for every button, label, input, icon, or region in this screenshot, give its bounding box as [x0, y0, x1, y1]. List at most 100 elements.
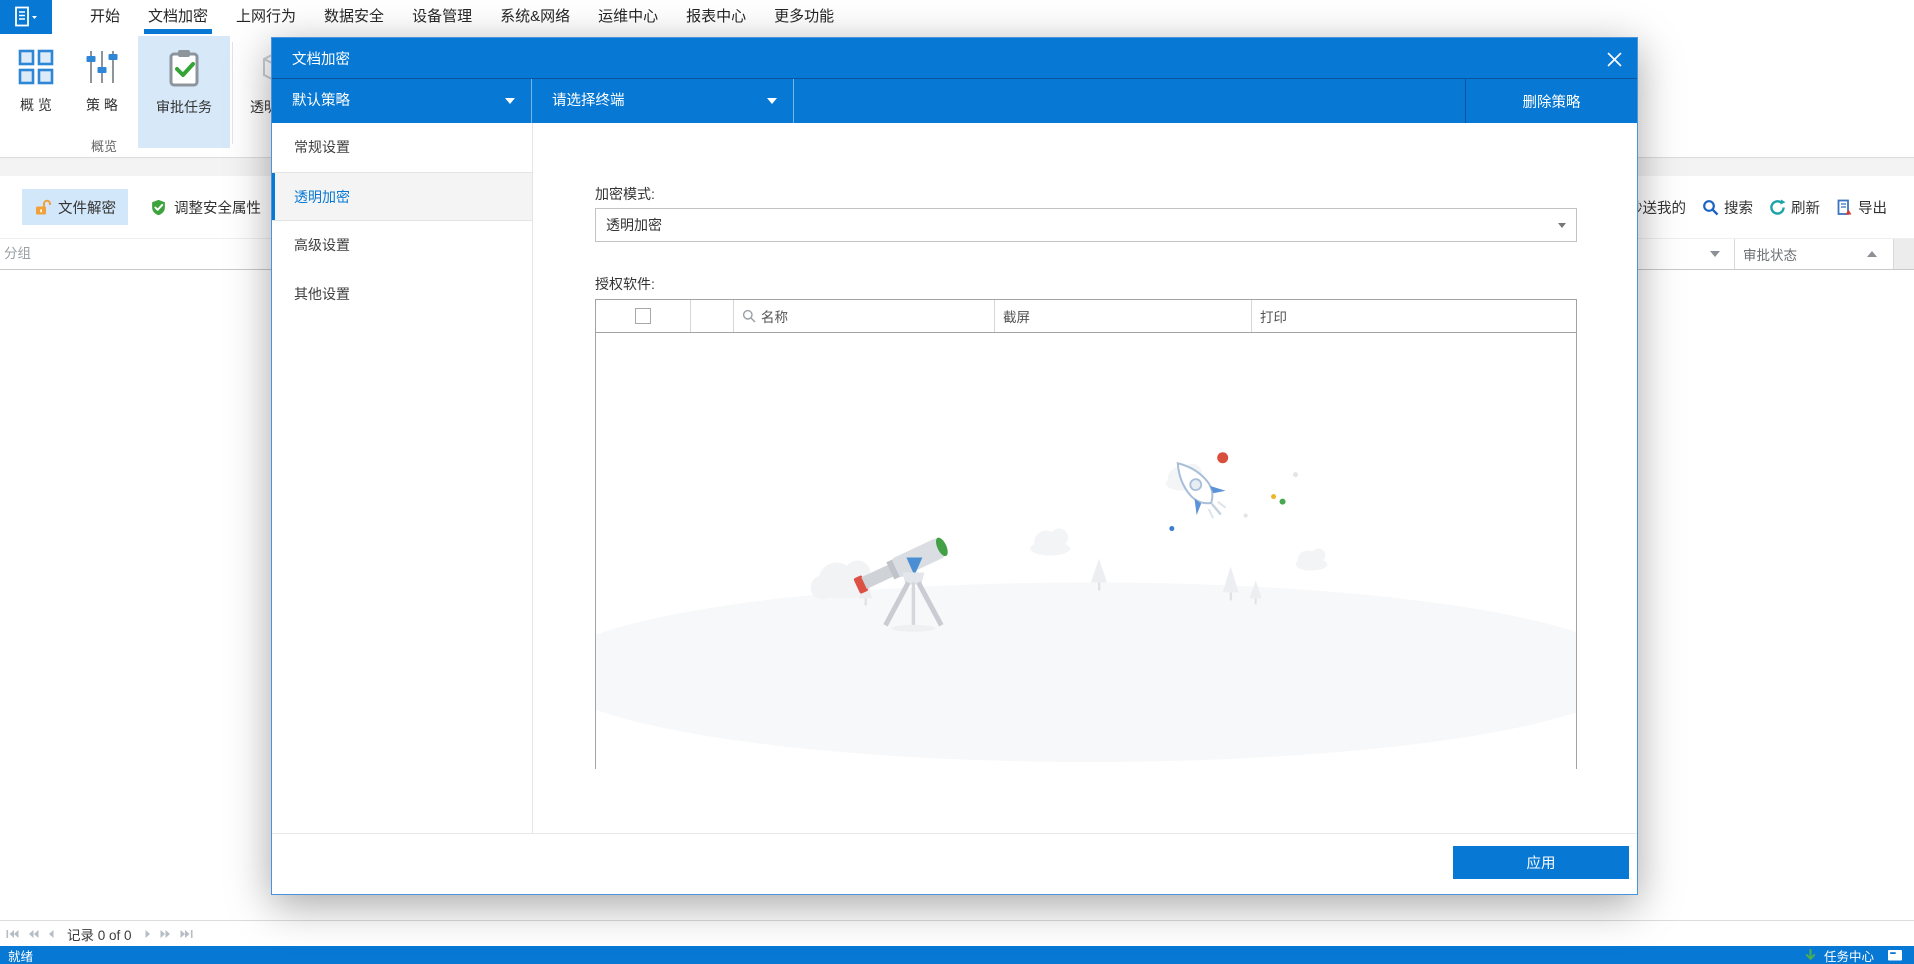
- file-decrypt-label: 文件解密: [58, 200, 116, 217]
- select-all-header-cell: [596, 300, 691, 332]
- table-header: 名称 截屏 打印: [596, 300, 1576, 333]
- delete-policy-button[interactable]: 删除策略: [1465, 79, 1637, 123]
- last-page-icon: [180, 929, 193, 938]
- authorized-software-table: 名称 截屏 打印: [595, 299, 1577, 769]
- menu-item-data-security[interactable]: 数据安全: [310, 0, 398, 34]
- screenshot-column-header[interactable]: 截屏: [995, 300, 1252, 332]
- sort-asc-icon[interactable]: [1867, 251, 1877, 257]
- authorized-software-label: 授权软件:: [595, 276, 655, 292]
- search-icon: [1703, 199, 1719, 215]
- table-body-empty: [596, 333, 1576, 769]
- sidebar-item-general-settings[interactable]: 常规设置: [272, 123, 532, 172]
- search-button[interactable]: 搜索: [1702, 197, 1753, 218]
- pagination-bar: 记录 0 of 0: [0, 920, 1914, 946]
- sidebar-item-other-settings[interactable]: 其他设置: [272, 270, 532, 319]
- prev-group-icon: [29, 929, 39, 938]
- menu-item-home[interactable]: 开始: [76, 0, 134, 34]
- name-column-header[interactable]: 名称: [734, 300, 995, 332]
- name-column-label: 名称: [761, 310, 788, 325]
- overview-icon: [18, 49, 54, 85]
- doc-encrypt-dialog: 文档加密 默认策略 请选择终端 删除策略 常规设置 透明加密 高级设置 其他设置: [271, 37, 1638, 895]
- app-menu-icon: [15, 6, 37, 27]
- dialog-title-bar: 文档加密: [272, 38, 1637, 78]
- search-icon: [742, 309, 756, 323]
- group-column-label: 分组: [4, 246, 31, 261]
- prev-page-button[interactable]: [48, 929, 54, 939]
- refresh-icon: [1770, 199, 1786, 215]
- dialog-footer-divider: [272, 833, 1637, 834]
- dialog-dropdown-band: 默认策略 请选择终端 删除策略: [272, 78, 1637, 123]
- adjust-security-button[interactable]: 调整安全属性: [138, 189, 273, 225]
- adjust-security-label: 调整安全属性: [174, 200, 261, 217]
- policy-dropdown[interactable]: 默认策略: [272, 79, 532, 123]
- menu-bar: 开始 文档加密 上网行为 数据安全 设备管理 系统&网络 运维中心 报表中心 更…: [0, 0, 1914, 34]
- screenshot-column-label: 截屏: [1003, 310, 1030, 325]
- select-caret-icon: [1558, 223, 1566, 228]
- print-column-label: 打印: [1260, 310, 1287, 325]
- task-window-icon[interactable]: [1887, 949, 1904, 962]
- task-center-button[interactable]: 任务中心: [1824, 946, 1874, 964]
- sidebar-item-transparent-encrypt[interactable]: 透明加密: [272, 172, 532, 221]
- policy-icon: [86, 51, 118, 83]
- menu-item-web-behavior[interactable]: 上网行为: [222, 0, 310, 34]
- menu-item-doc-encrypt[interactable]: 文档加密: [134, 0, 222, 34]
- record-count-text: 记录 0 of 0: [67, 927, 132, 943]
- next-page-icon: [145, 929, 150, 938]
- dropdown-caret-icon: [767, 98, 777, 104]
- file-decrypt-button[interactable]: 文件解密: [22, 189, 128, 225]
- app-window: 开始 文档加密 上网行为 数据安全 设备管理 系统&网络 运维中心 报表中心 更…: [0, 0, 1914, 964]
- select-all-checkbox[interactable]: [635, 308, 651, 324]
- close-button[interactable]: [1601, 46, 1627, 72]
- encrypt-mode-label: 加密模式:: [595, 186, 655, 202]
- export-label: 导出: [1858, 200, 1887, 217]
- approval-tasks-icon: [169, 50, 199, 87]
- app-menu-button[interactable]: [0, 0, 52, 34]
- overview-label: 概 览: [20, 97, 52, 113]
- dropdown-caret-icon: [505, 98, 515, 104]
- policy-button[interactable]: 策 略: [70, 36, 134, 148]
- dialog-sidebar: 常规设置 透明加密 高级设置 其他设置: [272, 123, 533, 833]
- prev-group-button[interactable]: [28, 929, 39, 939]
- status-bar: 就绪 任务中心: [0, 946, 1914, 964]
- prev-page-icon: [49, 929, 54, 938]
- unlock-icon: [36, 199, 51, 214]
- menu-item-more-features[interactable]: 更多功能: [760, 0, 848, 34]
- search-label: 搜索: [1724, 200, 1753, 217]
- approval-status-label: 审批状态: [1743, 248, 1797, 263]
- export-icon: [1837, 199, 1852, 215]
- first-page-button[interactable]: [6, 929, 19, 939]
- approval-status-column-header[interactable]: 审批状态: [1735, 239, 1893, 269]
- ribbon-group-label: 概览: [90, 139, 117, 154]
- sidebar-item-advanced-settings[interactable]: 高级设置: [272, 221, 532, 270]
- next-group-icon: [160, 929, 170, 938]
- encrypt-mode-value: 透明加密: [606, 217, 662, 233]
- icon-column-header: [691, 300, 734, 332]
- terminal-dropdown[interactable]: 请选择终端: [532, 79, 794, 123]
- next-page-button[interactable]: [145, 929, 151, 939]
- empty-state-illustration: [596, 452, 1576, 762]
- apply-button[interactable]: 应用: [1453, 846, 1629, 879]
- encrypt-mode-select[interactable]: 透明加密: [595, 208, 1577, 242]
- close-icon: [1607, 52, 1621, 66]
- filter-caret-down-icon[interactable]: [1710, 251, 1720, 257]
- menu-item-device-mgmt[interactable]: 设备管理: [398, 0, 486, 34]
- first-page-icon: [6, 929, 19, 938]
- menu-item-ops-center[interactable]: 运维中心: [584, 0, 672, 34]
- overview-button[interactable]: 概 览: [4, 36, 68, 148]
- menu-item-system-network[interactable]: 系统&网络: [486, 0, 584, 34]
- dialog-title: 文档加密: [292, 51, 350, 68]
- approval-tasks-label: 审批任务: [156, 99, 212, 115]
- next-group-button[interactable]: [160, 929, 171, 939]
- export-button[interactable]: 导出: [1836, 197, 1887, 218]
- scrollbar-corner: [1894, 239, 1914, 269]
- shield-icon: [152, 199, 165, 215]
- refresh-label: 刷新: [1791, 200, 1820, 217]
- menu-item-report-center[interactable]: 报表中心: [672, 0, 760, 34]
- ribbon-group-separator: [232, 42, 233, 144]
- refresh-button[interactable]: 刷新: [1769, 197, 1820, 218]
- approval-tasks-button[interactable]: 审批任务: [138, 36, 230, 148]
- print-column-header[interactable]: 打印: [1252, 300, 1576, 332]
- policy-label: 策 略: [86, 97, 118, 113]
- terminal-dropdown-value: 请选择终端: [552, 93, 625, 109]
- last-page-button[interactable]: [180, 929, 193, 939]
